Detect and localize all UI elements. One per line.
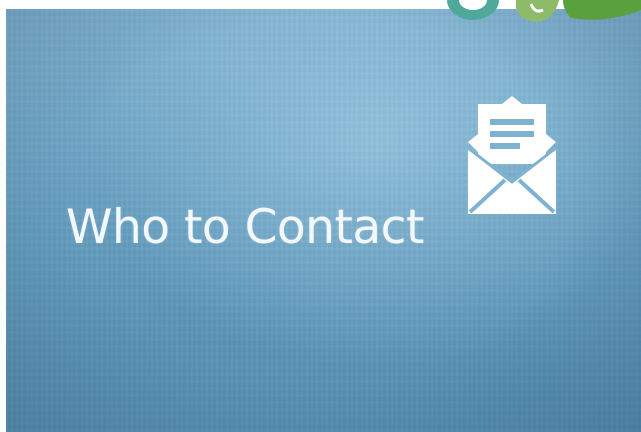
- open-envelope-icon: [467, 96, 557, 214]
- slide-page: Who to Contact: [0, 0, 641, 432]
- slide-title: Who to Contact: [66, 200, 424, 255]
- logo-fragment: [381, 0, 641, 24]
